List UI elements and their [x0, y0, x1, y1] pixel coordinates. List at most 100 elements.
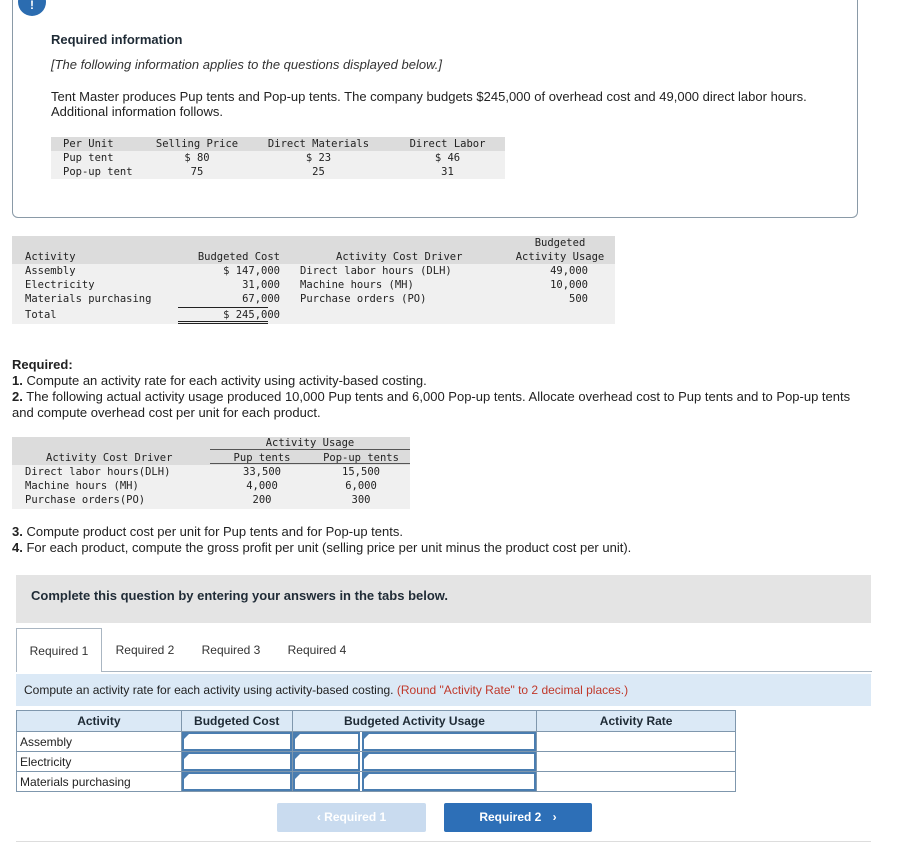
budgeted-cost: $ 147,000	[223, 265, 280, 277]
usage-input[interactable]	[291, 751, 538, 772]
total-double-rule	[178, 321, 268, 322]
instruction-banner: Complete this question by entering your …	[16, 575, 871, 623]
direct-materials: 25	[312, 166, 325, 178]
table-row: Assembly	[16, 731, 736, 752]
required-questions: Required: 1. Compute an activity rate fo…	[12, 357, 862, 421]
header-activity-rate: Activity Rate	[536, 710, 736, 732]
cost-driver: Direct labor hours (DLH)	[300, 265, 452, 277]
direct-materials: $ 23	[305, 152, 332, 164]
required-information-title: Required information	[51, 32, 183, 47]
next-button[interactable]: Required 2 ›	[444, 803, 592, 832]
product-info-table: Per Unit Selling Price Direct Materials …	[51, 137, 505, 179]
header-activity-usage: Activity Usage	[265, 437, 355, 449]
header-activity-cost-driver: Activity Cost Driver	[336, 251, 463, 263]
usage-input[interactable]	[291, 771, 538, 792]
selling-price: $ 80	[184, 152, 210, 164]
tab-divider	[102, 671, 872, 672]
bottom-divider	[16, 841, 871, 842]
popup-usage: 300	[351, 494, 371, 506]
previous-button[interactable]: ‹ Required 1	[277, 803, 426, 832]
table-header-row: Activity Budgeted Cost Budgeted Activity…	[16, 710, 736, 732]
intro-text: Tent Master produces Pup tents and Pop-u…	[51, 89, 807, 119]
header-budgeted-cost: Budgeted Cost	[197, 251, 280, 263]
popup-usage: 6,000	[345, 480, 377, 492]
activity-rate-cell	[536, 751, 736, 772]
header-budgeted: Budgeted	[534, 237, 586, 249]
header-activity: Activity	[16, 710, 182, 732]
cost-driver: Machine hours (MH)	[300, 279, 414, 291]
total-label: Total	[25, 309, 57, 321]
cost-driver: Purchase orders (PO)	[300, 293, 427, 305]
activity-rate-cell	[536, 731, 736, 752]
question-prompt: Compute an activity rate for each activi…	[16, 674, 871, 706]
header-rule	[210, 449, 410, 450]
header-rule	[210, 463, 410, 464]
cost-driver: Machine hours (MH)	[25, 480, 139, 492]
table-row: Electricity 31,000 Machine hours (MH) 10…	[12, 279, 615, 293]
chevron-left-icon: ‹	[316, 810, 321, 824]
activity-rate-cell	[536, 771, 736, 792]
activity-name: Assembly	[25, 265, 76, 277]
budgeted-cost: 31,000	[242, 279, 280, 291]
header-budgeted-cost: Budgeted Cost	[180, 710, 293, 732]
header-selling-price: Selling Price	[155, 138, 239, 150]
activity-name: Electricity	[25, 279, 95, 291]
table-header-row: Per Unit Selling Price Direct Materials …	[51, 137, 505, 151]
usage-input[interactable]	[291, 731, 538, 752]
product-name: Pup tent	[63, 152, 114, 164]
rounding-note: (Round "Activity Rate" to 2 decimal plac…	[396, 683, 629, 697]
table-row: Materials purchasing 67,000 Purchase ord…	[12, 293, 615, 307]
table-header-row-1: Budgeted	[12, 237, 615, 251]
header-activity-cost-driver: Activity Cost Driver	[46, 452, 173, 464]
budgeted-cost-input[interactable]	[180, 731, 293, 752]
budgeted-cost-input[interactable]	[180, 751, 293, 772]
info-note: [The following information applies to th…	[51, 57, 442, 72]
tab-required-1[interactable]: Required 1	[16, 628, 102, 672]
activity-usage: 10,000	[550, 279, 588, 291]
answer-table: Activity Budgeted Cost Budgeted Activity…	[16, 710, 736, 792]
pup-usage: 4,000	[246, 480, 278, 492]
selling-price: 75	[190, 166, 204, 178]
question-4: 4. For each product, compute the gross p…	[12, 540, 632, 555]
question-3: 3. Compute product cost per unit for Pup…	[12, 524, 403, 539]
total-rule	[178, 307, 268, 308]
tab-required-3[interactable]: Required 3	[188, 628, 274, 672]
cost-driver: Purchase orders(PO)	[25, 494, 146, 506]
direct-labor: 31	[441, 166, 454, 178]
pup-usage: 33,500	[243, 466, 281, 478]
tab-required-2[interactable]: Required 2	[102, 628, 188, 672]
tab-required-4[interactable]: Required 4	[274, 628, 360, 672]
total-double-rule	[178, 323, 268, 324]
activity-usage: 49,000	[550, 265, 588, 277]
alert-icon: !	[18, 0, 46, 16]
question-1: 1. Compute an activity rate for each act…	[12, 373, 427, 388]
header-direct-labor: Direct Labor	[409, 138, 486, 150]
direct-labor: $ 46	[434, 152, 461, 164]
activity-name: Materials purchasing	[25, 293, 152, 305]
table-row: Materials purchasing	[16, 771, 736, 792]
total-cost: $ 245,000	[223, 309, 280, 321]
pup-usage: 200	[252, 494, 272, 506]
header-activity: Activity	[25, 251, 76, 263]
header-budgeted-activity-usage: Budgeted Activity Usage	[291, 710, 538, 732]
table-total-row: Total $ 245,000	[12, 309, 615, 323]
question-text: Compute an activity rate for each activi…	[24, 683, 394, 697]
required-title: Required:	[12, 357, 73, 372]
next-label: Required 2	[479, 810, 542, 824]
cost-driver: Direct labor hours(DLH)	[25, 466, 171, 478]
required-questions-3-4: 3. Compute product cost per unit for Pup…	[12, 524, 862, 556]
budgeted-cost: 67,000	[242, 293, 280, 305]
product-name: Pop-up tent	[63, 166, 133, 178]
chevron-right-icon: ›	[552, 810, 557, 824]
activity-cost-table: Budgeted Activity Budgeted Cost Activity…	[12, 236, 615, 324]
question-2: 2. The following actual activity usage p…	[12, 389, 851, 420]
table-header-row-2: Activity Budgeted Cost Activity Cost Dri…	[12, 251, 615, 265]
table-row: Pup tent $ 80 $ 23 $ 46	[51, 151, 505, 165]
activity-name: Electricity	[16, 751, 182, 772]
activity-usage-table: Activity Usage Activity Cost Driver Pup …	[12, 437, 410, 509]
activity-name: Assembly	[16, 731, 182, 752]
table-row: Assembly $ 147,000 Direct labor hours (D…	[12, 265, 615, 279]
budgeted-cost-input[interactable]	[180, 771, 293, 792]
header-activity-usage: Activity Usage	[515, 251, 605, 263]
table-row: Pop-up tent 75 25 31	[51, 165, 505, 179]
